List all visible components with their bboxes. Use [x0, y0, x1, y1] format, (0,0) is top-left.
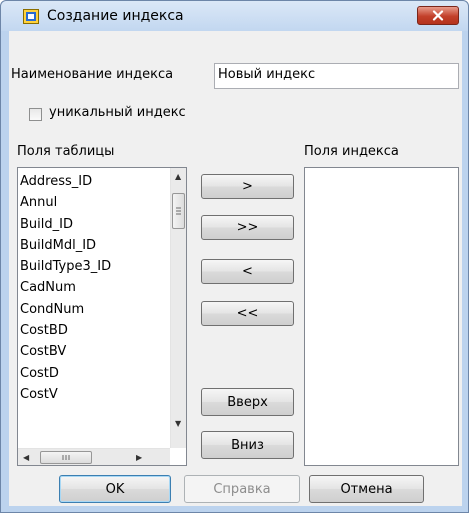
dialog-window: Создание индекса Наименование индекса Но… [0, 0, 469, 513]
list-item[interactable]: CostD [18, 363, 170, 384]
scroll-up-icon[interactable]: ▲ [175, 173, 181, 181]
list-item[interactable]: CondNum [18, 299, 170, 320]
list-item[interactable]: CostBD [18, 320, 170, 341]
scroll-down-icon[interactable]: ▼ [175, 420, 181, 428]
table-fields-list[interactable]: Address_ID Annul Build_ID BuildMdl_ID Bu… [17, 167, 187, 466]
index-name-label: Наименование индекса [11, 67, 174, 82]
index-name-input[interactable]: Новый индекс [214, 63, 459, 89]
close-icon [432, 10, 444, 21]
list-item[interactable]: CostBV [18, 341, 170, 362]
app-icon [23, 9, 39, 24]
list-item[interactable]: BuildMdl_ID [18, 235, 170, 256]
unique-checkbox-label: уникальный индекс [49, 105, 186, 120]
table-fields-vscrollbar[interactable]: ▲ ▼ [170, 168, 186, 448]
list-item[interactable]: BuildType3_ID [18, 256, 170, 277]
grip-icon [62, 455, 70, 460]
close-button[interactable] [417, 6, 459, 25]
scroll-right-icon[interactable]: ▶ [136, 454, 142, 462]
unique-checkbox[interactable] [29, 108, 42, 121]
list-item[interactable]: Build_ID [18, 214, 170, 235]
add-all-fields-button[interactable]: >> [201, 215, 294, 240]
list-item[interactable]: CostV [18, 384, 170, 405]
window-title: Создание индекса [47, 8, 184, 24]
help-button[interactable]: Справка [184, 475, 300, 503]
grip-icon [176, 207, 181, 215]
dialog-client: Наименование индекса Новый индекс уникал… [9, 31, 462, 506]
table-fields-header: Поля таблицы [17, 144, 115, 159]
index-fields-header: Поля индекса [304, 144, 399, 159]
move-down-button[interactable]: Вниз [201, 431, 294, 459]
title-bar[interactable]: Создание индекса [1, 1, 468, 31]
table-fields-hscrollbar[interactable]: ◀ ▶ [18, 448, 170, 465]
list-item[interactable]: Address_ID [18, 171, 170, 192]
index-fields-list[interactable] [304, 167, 459, 466]
cancel-button[interactable]: Отмена [309, 475, 424, 503]
scroll-left-icon[interactable]: ◀ [23, 454, 29, 462]
ok-button[interactable]: OK [59, 475, 171, 503]
list-item[interactable]: CadNum [18, 277, 170, 298]
remove-field-button[interactable]: < [201, 259, 294, 284]
list-item[interactable]: Annul [18, 192, 170, 213]
vscroll-thumb[interactable] [172, 193, 185, 229]
move-up-button[interactable]: Вверх [201, 388, 294, 416]
hscroll-thumb[interactable] [40, 451, 92, 464]
remove-all-fields-button[interactable]: << [201, 301, 294, 326]
table-fields-viewport: Address_ID Annul Build_ID BuildMdl_ID Bu… [18, 171, 170, 447]
add-field-button[interactable]: > [201, 174, 294, 199]
